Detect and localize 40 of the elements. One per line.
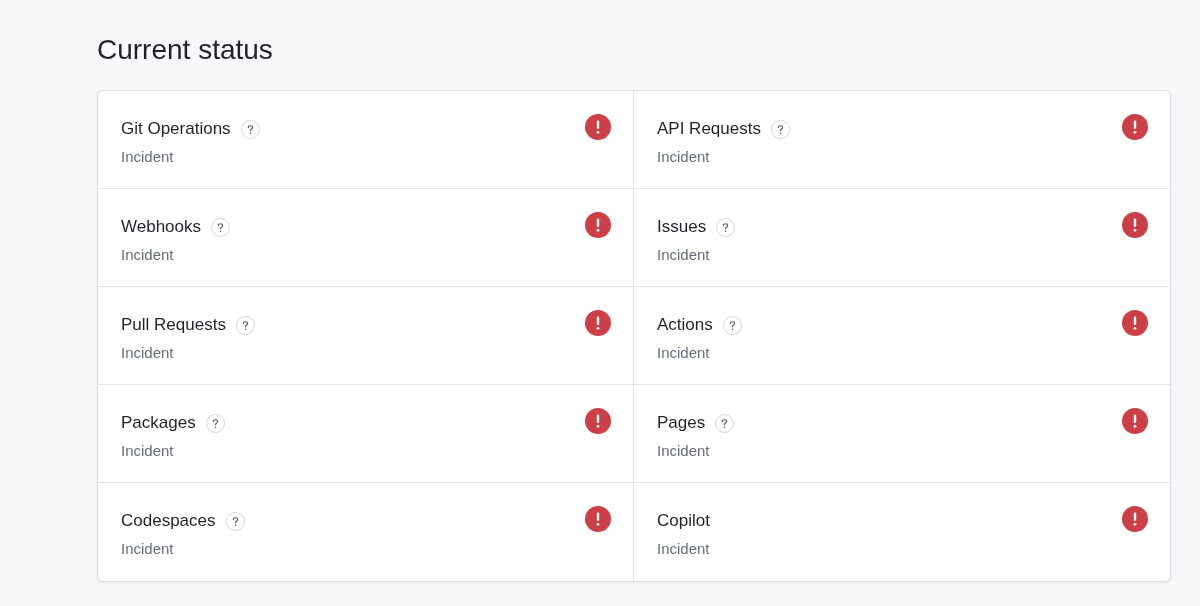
exclamation-circle-icon <box>1122 408 1148 434</box>
component-name: Pull Requests <box>121 314 226 336</box>
question-circle-icon[interactable] <box>225 511 245 531</box>
component-name: Issues <box>657 216 707 238</box>
status-label: Incident <box>657 441 711 461</box>
exclamation-circle-icon <box>1122 310 1148 336</box>
question-circle-icon[interactable] <box>715 413 735 433</box>
component-name: Copilot <box>657 510 710 532</box>
question-circle-icon[interactable] <box>205 413 225 433</box>
status-label: Incident <box>657 343 711 363</box>
exclamation-circle-icon <box>585 114 611 140</box>
exclamation-circle-icon <box>585 408 611 434</box>
exclamation-circle-icon <box>585 310 611 336</box>
component-name: Pages <box>657 412 706 434</box>
question-circle-icon[interactable] <box>240 119 260 139</box>
status-label: Incident <box>657 245 711 265</box>
status-label: Incident <box>121 539 175 559</box>
component-name: Git Operations <box>121 118 231 140</box>
status-label: Incident <box>657 539 710 559</box>
question-circle-icon[interactable] <box>716 217 736 237</box>
exclamation-circle-icon <box>1122 212 1148 238</box>
component-name: Packages <box>121 412 196 434</box>
status-label: Incident <box>657 147 711 167</box>
question-circle-icon[interactable] <box>722 315 742 335</box>
component-name: Actions <box>657 314 713 336</box>
question-circle-icon[interactable] <box>770 119 790 139</box>
status-label: Incident <box>121 441 175 461</box>
exclamation-circle-icon <box>1122 506 1148 532</box>
exclamation-circle-icon <box>585 212 611 238</box>
status-label: Incident <box>121 245 175 265</box>
status-label: Incident <box>121 343 175 363</box>
question-circle-icon[interactable] <box>235 315 255 335</box>
component-name: Webhooks <box>121 216 201 238</box>
component-name: Codespaces <box>121 510 216 532</box>
component-name: API Requests <box>657 118 761 140</box>
page-title: Current status <box>97 33 273 67</box>
exclamation-circle-icon <box>1122 114 1148 140</box>
exclamation-circle-icon <box>585 506 611 532</box>
status-label: Incident <box>121 147 175 167</box>
question-circle-icon[interactable] <box>211 217 230 237</box>
